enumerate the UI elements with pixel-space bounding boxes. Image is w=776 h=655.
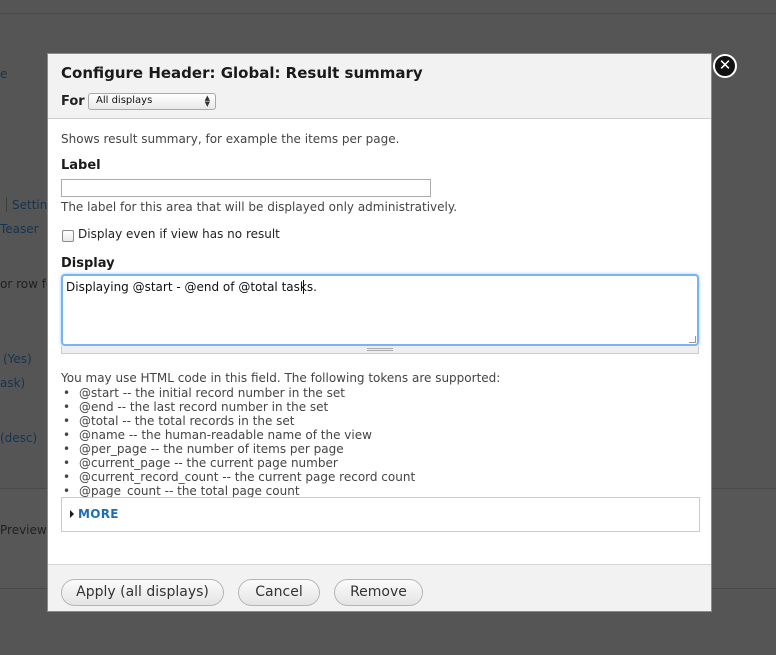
resize-corner-icon[interactable] [689,336,696,343]
tokens-list: • @start -- the initial record number in … [61,386,500,498]
token-item: • @page_count -- the total page count [63,484,300,498]
for-label: For [61,94,85,109]
configure-header-dialog: Configure Header: Global: Result summary… [47,53,712,612]
bullet-icon: • [63,414,71,428]
background-link: (Yes) [3,352,32,366]
token-item: • @start -- the initial record number in … [63,386,345,400]
bullet-icon: • [63,470,71,484]
bullet-icon: • [63,386,71,400]
display-textarea-value: Displaying @start - @end of @total tasks… [66,280,317,294]
grippie-handle-icon [367,348,393,351]
token-item: • @current_page -- the current page numbe… [63,456,338,470]
background-divider [0,13,776,14]
tokens-intro: You may use HTML code in this field. The… [61,371,501,385]
text-cursor [303,280,304,294]
bullet-icon: • [63,428,71,442]
background-text: or row fo [0,277,54,291]
remove-button[interactable]: Remove [334,579,423,606]
label-input-value [62,184,65,198]
more-fieldset[interactable]: MORE [61,497,700,532]
background-separator [6,197,7,212]
cancel-button[interactable]: Cancel [238,579,320,606]
dialog-title: Configure Header: Global: Result summary [61,64,423,82]
background-link: ask) [0,376,26,390]
apply-all-displays-button[interactable]: Apply (all displays) [61,579,224,606]
handler-description: Shows result summary, for example the it… [61,132,400,146]
textarea-resize-grippie[interactable] [61,346,699,354]
tokens-help: You may use HTML code in this field. The… [61,370,500,498]
bullet-icon: • [63,456,71,470]
display-field-label: Display [61,256,115,271]
bullet-icon: • [63,400,71,414]
token-item: • @end -- the last record number in the s… [63,400,329,414]
display-textarea[interactable]: Displaying @start - @end of @total tasks… [61,274,699,346]
close-icon[interactable]: ✕ [713,54,737,78]
label-field-help: The label for this area that will be dis… [61,200,458,214]
token-item: • @current_record_count -- the current pa… [63,470,416,484]
label-input[interactable] [61,179,431,197]
select-arrows-icon: ▲ ▼ [204,94,210,108]
dialog-footer: Apply (all displays) Cancel Remove [48,564,711,611]
background-link: (desc) [0,431,38,445]
background-link: Teaser [0,222,39,236]
bullet-icon: • [63,442,71,456]
background-text: e [0,67,8,81]
token-item: • @name -- the human-readable name of the… [63,428,372,442]
dialog-header: Configure Header: Global: Result summary… [48,54,711,119]
bullet-icon: • [63,484,71,498]
label-field-label: Label [61,158,101,173]
token-item: • @total -- the total records in the set [63,414,295,428]
dialog-body: Shows result summary, for example the it… [48,120,711,575]
background-link: Settin [12,198,48,212]
display-empty-checkbox[interactable] [62,230,74,242]
token-item: • @per_page -- the number of items per pa… [63,442,344,456]
for-select-value: All displays [96,95,153,106]
more-toggle-link[interactable]: MORE [78,507,119,521]
collapsed-triangle-icon [70,510,74,518]
display-empty-checkbox-label[interactable]: Display even if view has no result [78,227,280,241]
for-displays-select[interactable]: All displays ▲ ▼ [88,93,216,110]
